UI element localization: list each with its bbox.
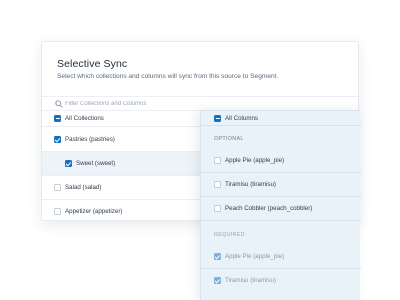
collection-row-sweet[interactable]: Sweet (sweet)	[42, 152, 202, 176]
column-label: Tiramisu (tiramisu)	[225, 181, 276, 188]
required-row-tiramisu: Tiramisu (tiramisu)	[201, 269, 361, 293]
search-input[interactable]	[65, 99, 265, 109]
column-label: Apple Pie (apple_pie)	[225, 157, 285, 164]
collection-checkbox[interactable]	[54, 184, 61, 191]
collection-row-appetizer[interactable]: Appetizer (appetizer)	[42, 200, 202, 224]
all-collections-label: All Collections	[65, 115, 104, 122]
required-section-label: REQUIRED	[214, 232, 245, 238]
column-label: Tiramisu (tiramisu)	[225, 277, 276, 284]
search-icon	[55, 100, 63, 108]
columns-header[interactable]: All Columns	[201, 111, 361, 126]
all-collections-checkbox[interactable]	[54, 115, 61, 122]
collection-checkbox[interactable]	[54, 136, 61, 143]
all-columns-checkbox[interactable]	[214, 115, 221, 122]
column-checkbox[interactable]	[214, 205, 221, 212]
required-checkbox	[214, 253, 221, 260]
column-label: Peach Cobbler (peach_cobbler)	[225, 205, 313, 212]
required-checkbox	[214, 277, 221, 284]
column-row-tiramisu[interactable]: Tiramisu (tiramisu)	[201, 173, 361, 197]
search-bar	[42, 96, 358, 111]
collection-label: Appetizer (appetizer)	[65, 208, 123, 215]
dialog-description: Select which collections and columns wil…	[57, 73, 279, 80]
columns-panel: All Columns OPTIONAL Apple Pie (apple_pi…	[200, 110, 361, 300]
column-label: Apple Pie (apple_pie)	[225, 253, 285, 260]
collection-label: Pastries (pastries)	[65, 136, 115, 143]
optional-section-label: OPTIONAL	[214, 136, 244, 142]
collections-header[interactable]: All Collections	[42, 111, 202, 127]
collection-row-pastries[interactable]: Pastries (pastries)	[42, 128, 202, 152]
collection-row-salad[interactable]: Salad (salad)	[42, 176, 202, 200]
collection-checkbox[interactable]	[65, 160, 72, 167]
all-columns-label: All Columns	[225, 115, 259, 122]
collection-label: Sweet (sweet)	[76, 160, 116, 167]
column-row-apple-pie[interactable]: Apple Pie (apple_pie)	[201, 149, 361, 173]
column-checkbox[interactable]	[214, 157, 221, 164]
column-checkbox[interactable]	[214, 181, 221, 188]
collection-checkbox[interactable]	[54, 208, 61, 215]
required-row-apple-pie: Apple Pie (apple_pie)	[201, 245, 361, 269]
column-row-peach-cobbler[interactable]: Peach Cobbler (peach_cobbler)	[201, 197, 361, 221]
collection-label: Salad (salad)	[65, 184, 102, 191]
dialog-title: Selective Sync	[57, 58, 128, 70]
